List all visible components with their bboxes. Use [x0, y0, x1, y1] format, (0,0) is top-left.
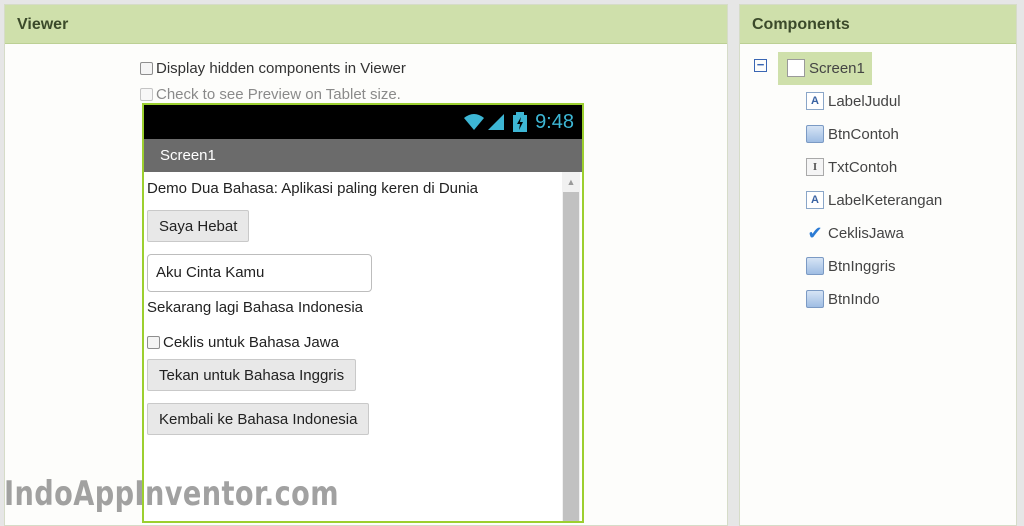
ceklis-jawa-checkbox[interactable]	[147, 336, 160, 349]
tablet-preview-label: Check to see Preview on Tablet size.	[156, 86, 401, 103]
watermark: IndoAppInventor.com	[4, 474, 339, 514]
tree-item-labelketerangan[interactable]: A LabelKeterangan	[806, 191, 942, 209]
tree-item-label: Screen1	[809, 59, 865, 77]
status-time: 9:48	[535, 110, 574, 133]
btn-indo[interactable]: Kembali ke Bahasa Indonesia	[147, 403, 370, 435]
screen-title: Screen1	[160, 147, 216, 164]
tree-item-label: BtnInggris	[828, 257, 896, 275]
btn-inggris[interactable]: Tekan untuk Bahasa Inggris	[147, 359, 357, 391]
tree-item-btnindo[interactable]: BtnIndo	[806, 290, 880, 308]
button-icon	[806, 257, 824, 275]
label-judul: Demo Dua Bahasa: Aplikasi paling keren d…	[147, 180, 479, 197]
tree-item-btninggris[interactable]: BtnInggris	[806, 257, 896, 275]
show-hidden-option[interactable]: Display hidden components in Viewer	[140, 60, 406, 77]
ceklis-jawa[interactable]: Ceklis untuk Bahasa Jawa	[147, 334, 339, 351]
btn-contoh[interactable]: Saya Hebat	[147, 210, 250, 242]
tree-item-label: TxtContoh	[828, 158, 898, 176]
show-hidden-label: Display hidden components in Viewer	[156, 60, 406, 77]
checkbox-icon: ✔	[807, 222, 823, 243]
tree-item-label: LabelKeterangan	[828, 191, 943, 209]
button-icon	[806, 125, 824, 143]
label-keterangan: Sekarang lagi Bahasa Indonesia	[147, 299, 363, 316]
phone-preview: 9:48 Screen1 ▲ Demo Dua Bahasa: Aplikasi…	[142, 103, 584, 523]
tree-item-screen1[interactable]: Screen1	[787, 59, 865, 77]
tree-item-labeljudul[interactable]: A LabelJudul	[806, 92, 901, 110]
viewer-title: Viewer	[5, 5, 727, 44]
tree-item-btncontoh[interactable]: BtnContoh	[806, 125, 899, 143]
tablet-preview-checkbox	[140, 88, 153, 101]
tree-item-label: CeklisJawa	[828, 224, 904, 242]
status-bar: 9:48	[144, 105, 582, 139]
show-hidden-checkbox[interactable]	[140, 62, 153, 75]
scrollbar[interactable]: ▲	[562, 172, 580, 521]
collapse-icon[interactable]: −	[754, 58, 767, 72]
button-icon	[806, 290, 824, 308]
screen-icon	[787, 59, 805, 77]
textbox-icon: I	[806, 158, 824, 176]
signal-icon	[488, 114, 505, 130]
label-icon: A	[806, 191, 824, 209]
tree-item-txtcontoh[interactable]: I TxtContoh	[806, 158, 897, 176]
screen-body: ▲ Demo Dua Bahasa: Aplikasi paling keren…	[144, 172, 582, 521]
tree-item-ceklisjawa[interactable]: ✔ CeklisJawa	[806, 222, 904, 243]
wifi-icon	[464, 114, 485, 130]
scroll-thumb[interactable]	[563, 192, 579, 521]
tree-item-label: BtnIndo	[828, 290, 880, 308]
tree-item-label: BtnContoh	[828, 125, 899, 143]
battery-icon	[513, 112, 528, 132]
tablet-preview-option: Check to see Preview on Tablet size.	[140, 86, 401, 103]
ceklis-jawa-label: Ceklis untuk Bahasa Jawa	[163, 334, 339, 351]
scroll-up-icon[interactable]: ▲	[562, 172, 580, 192]
components-title: Components	[740, 5, 1016, 44]
label-icon: A	[806, 92, 824, 110]
screen-title-bar: Screen1	[144, 139, 582, 172]
tree-item-label: LabelJudul	[828, 92, 901, 110]
txt-contoh-input[interactable]: Aku Cinta Kamu	[147, 254, 372, 292]
